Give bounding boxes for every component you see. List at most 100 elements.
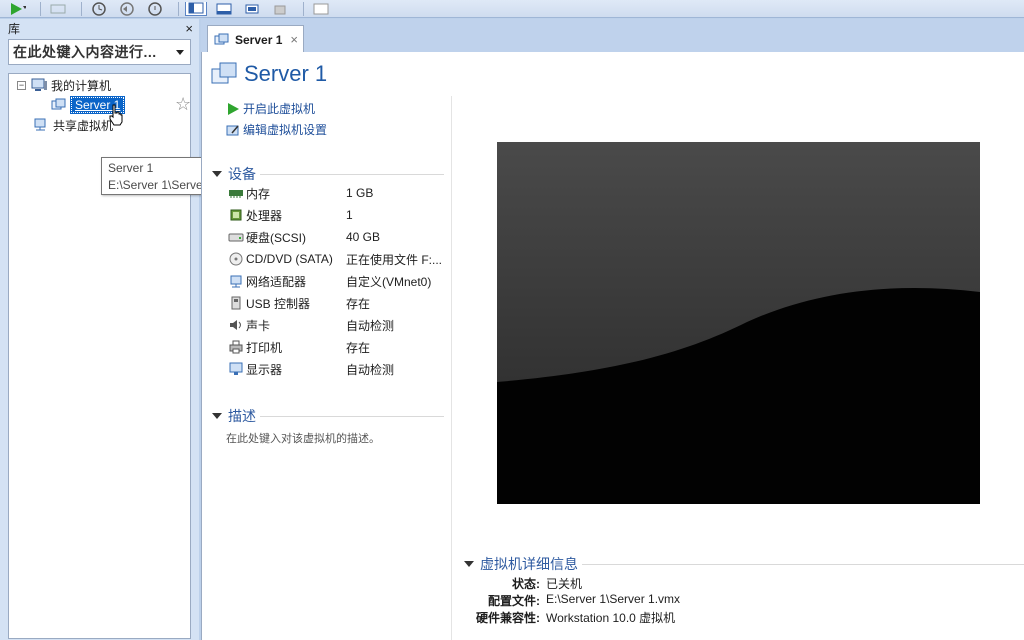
memory-icon bbox=[228, 186, 244, 200]
device-name: 网络适配器 bbox=[246, 274, 307, 289]
device-value: 1 GB bbox=[346, 186, 374, 200]
device-row-network[interactable]: 网络适配器 自定义(VMnet0) bbox=[228, 272, 448, 290]
library-panel: 库 × 在此处键入内容进行... − 我的计算机 Server 1 ☆ 共享虚拟… bbox=[0, 19, 256, 640]
cd-icon bbox=[228, 252, 244, 266]
device-row-memory[interactable]: 内存 1 GB bbox=[228, 184, 448, 202]
detail-label: 状态: bbox=[512, 577, 540, 591]
main-area: Server 1 × Server 1 开启此虚拟机 编辑虚拟机设置 设备 内存… bbox=[201, 19, 1024, 640]
power-on-icon[interactable] bbox=[6, 2, 28, 16]
tree-item-shared-vms[interactable]: 共享虚拟机 bbox=[33, 116, 113, 134]
device-name: 处理器 bbox=[246, 208, 283, 223]
device-value: 正在使用文件 F:... bbox=[346, 252, 443, 267]
speaker-icon bbox=[228, 318, 244, 332]
tree-item-label: 共享虚拟机 bbox=[53, 118, 114, 133]
library-search-input[interactable]: 在此处键入内容进行... bbox=[8, 39, 191, 65]
edit-settings-label: 编辑虚拟机设置 bbox=[243, 123, 328, 137]
device-row-cd-dvd[interactable]: CD/DVD (SATA) 正在使用文件 F:... bbox=[228, 250, 448, 268]
printer-icon bbox=[228, 340, 244, 354]
device-value: 自动检测 bbox=[346, 362, 395, 377]
vm-info-column: 开启此虚拟机 编辑虚拟机设置 设备 内存 1 GB 处理器 1 硬盘(SCSI)… bbox=[202, 96, 452, 640]
collapse-triangle-icon bbox=[212, 413, 222, 419]
star-icon[interactable]: ☆ bbox=[175, 94, 191, 115]
close-icon[interactable]: × bbox=[185, 21, 193, 36]
vm-icon bbox=[51, 97, 67, 113]
settings-icon bbox=[226, 125, 239, 135]
toolbar-separator bbox=[178, 1, 179, 16]
library-title: 库 bbox=[8, 21, 21, 36]
device-name: CD/DVD (SATA) bbox=[246, 252, 333, 266]
page-title: Server 1 bbox=[210, 60, 327, 88]
description-field[interactable]: 在此处键入对该虚拟机的描述。 bbox=[226, 430, 380, 446]
detail-row-config-file: 配置文件: E:\Server 1\Server 1.vmx bbox=[464, 592, 964, 609]
device-row-display[interactable]: 显示器 自动检测 bbox=[228, 360, 448, 378]
hand-cursor-icon bbox=[109, 104, 123, 126]
power-on-link[interactable]: 开启此虚拟机 bbox=[226, 100, 315, 117]
snapshot-icon[interactable] bbox=[88, 1, 110, 16]
shared-vm-icon bbox=[33, 117, 49, 133]
device-row-printer[interactable]: 打印机 存在 bbox=[228, 338, 448, 356]
devices-section-header[interactable]: 设备 bbox=[212, 164, 444, 184]
detail-value: E:\Server 1\Server 1.vmx bbox=[546, 592, 681, 606]
detail-row-hardware-compat: 硬件兼容性: Workstation 10.0 虚拟机 bbox=[464, 609, 964, 626]
vm-preview-thumbnail bbox=[497, 142, 980, 504]
tab-server1[interactable]: Server 1 × bbox=[207, 25, 304, 53]
network-icon bbox=[228, 274, 244, 288]
device-row-sound[interactable]: 声卡 自动检测 bbox=[228, 316, 448, 334]
description-header-label: 描述 bbox=[228, 408, 256, 424]
thumbnail-bar-icon[interactable] bbox=[213, 2, 235, 16]
show-library-icon[interactable] bbox=[185, 1, 207, 16]
vm-icon bbox=[214, 32, 230, 48]
chevron-down-icon[interactable] bbox=[176, 49, 184, 55]
device-name: 声卡 bbox=[246, 318, 271, 333]
device-name: 打印机 bbox=[246, 340, 283, 355]
device-name: 显示器 bbox=[246, 362, 283, 377]
computer-icon bbox=[31, 77, 47, 93]
power-on-label: 开启此虚拟机 bbox=[243, 102, 316, 116]
play-icon bbox=[228, 102, 239, 115]
console-view-icon[interactable] bbox=[310, 2, 332, 16]
detail-value: Workstation 10.0 虚拟机 bbox=[546, 611, 676, 625]
library-header: 库 × bbox=[0, 19, 199, 37]
device-name: USB 控制器 bbox=[246, 296, 311, 311]
device-row-hard-disk[interactable]: 硬盘(SCSI) 40 GB bbox=[228, 228, 448, 246]
collapse-triangle-icon bbox=[464, 561, 474, 567]
tree-item-my-computer[interactable]: − 我的计算机 bbox=[17, 76, 111, 94]
vm-title-text: Server 1 bbox=[244, 61, 328, 86]
device-name: 硬盘(SCSI) bbox=[246, 230, 307, 245]
snapshot-manager-icon[interactable] bbox=[144, 1, 166, 16]
main-toolbar bbox=[0, 0, 1024, 18]
device-value: 存在 bbox=[346, 340, 371, 355]
collapse-triangle-icon bbox=[212, 171, 222, 177]
device-value: 存在 bbox=[346, 296, 371, 311]
close-icon[interactable]: × bbox=[290, 32, 298, 47]
collapse-icon[interactable]: − bbox=[17, 80, 26, 90]
unity-icon[interactable] bbox=[269, 2, 291, 16]
device-row-usb[interactable]: USB 控制器 存在 bbox=[228, 294, 448, 312]
device-value: 40 GB bbox=[346, 230, 381, 244]
device-value: 自动检测 bbox=[346, 318, 395, 333]
tree-item-label: 我的计算机 bbox=[51, 78, 112, 93]
toolbar-separator bbox=[40, 1, 41, 16]
detail-row-status: 状态: 已关机 bbox=[464, 575, 964, 592]
revert-snapshot-icon[interactable] bbox=[116, 1, 138, 16]
details-header-label: 虚拟机详细信息 bbox=[480, 556, 578, 572]
device-value: 1 bbox=[346, 208, 353, 222]
edit-settings-link[interactable]: 编辑虚拟机设置 bbox=[226, 121, 327, 138]
detail-label: 硬件兼容性: bbox=[476, 611, 540, 625]
switch-user-icon[interactable] bbox=[47, 2, 69, 16]
toolbar-separator bbox=[81, 1, 82, 16]
vm-details-header[interactable]: 虚拟机详细信息 bbox=[464, 554, 1024, 574]
toolbar-separator bbox=[303, 1, 304, 16]
device-row-processor[interactable]: 处理器 1 bbox=[228, 206, 448, 224]
usb-icon bbox=[228, 296, 244, 310]
vm-screen-preview[interactable] bbox=[497, 142, 980, 504]
devices-header-label: 设备 bbox=[228, 166, 256, 182]
full-screen-icon[interactable] bbox=[241, 2, 263, 16]
detail-value: 已关机 bbox=[546, 577, 583, 591]
vm-summary-page: Server 1 开启此虚拟机 编辑虚拟机设置 设备 内存 1 GB 处理器 1… bbox=[201, 52, 1024, 640]
vm-large-icon bbox=[211, 62, 237, 84]
processor-icon bbox=[228, 208, 244, 222]
description-section-header[interactable]: 描述 bbox=[212, 406, 444, 426]
device-name: 内存 bbox=[246, 186, 271, 201]
device-value: 自定义(VMnet0) bbox=[346, 274, 432, 289]
